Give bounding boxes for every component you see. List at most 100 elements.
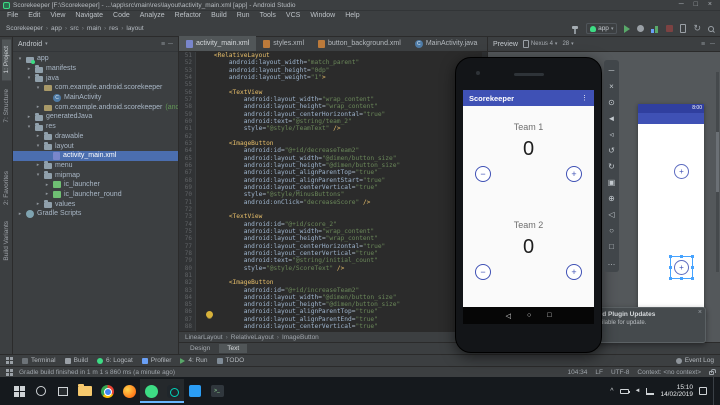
code-line-72[interactable]: [199, 206, 482, 213]
selection-handle[interactable]: [691, 255, 694, 258]
tool-strip-build-variants[interactable]: Build Variants: [2, 214, 11, 268]
menu-build[interactable]: Build: [206, 11, 232, 21]
code-line-85[interactable]: android:layout_height="@dimen/button_siz…: [199, 301, 482, 308]
tree-item-layout[interactable]: ▾ layout: [13, 141, 178, 151]
line-number-81[interactable]: 81: [179, 272, 192, 279]
breadcrumb-scorekeeper[interactable]: Scorekeeper: [6, 25, 43, 32]
code-editor[interactable]: 51 52 53 54 55 56 57 58 59 60 61 62 63 64 65 66 67 68 69 70…: [179, 52, 487, 331]
tree-expand-icon[interactable]: ▸: [35, 104, 41, 110]
code-line-78[interactable]: android:layout_centerVertical="true": [199, 250, 482, 257]
settings-icon[interactable]: ≡: [161, 41, 165, 48]
tool-strip-7-structure[interactable]: 7: Structure: [2, 82, 11, 130]
preview-rendered-device[interactable]: 8:00 + +: [638, 104, 704, 318]
code-line-70[interactable]: style="@style/MinusButtons": [199, 191, 482, 198]
back-icon[interactable]: ◁: [506, 312, 511, 320]
battery-icon[interactable]: [619, 388, 630, 394]
line-number-58[interactable]: 58: [179, 103, 192, 110]
tree-collapse-icon[interactable]: ▾: [35, 172, 41, 178]
line-number-64[interactable]: 64: [179, 147, 192, 154]
rotate-left-icon[interactable]: ↺: [604, 142, 619, 158]
menu-analyze[interactable]: Analyze: [135, 11, 170, 21]
close-icon[interactable]: ×: [604, 78, 619, 94]
code-line-59[interactable]: android:layout_centerHorizontal="true": [199, 111, 482, 118]
line-number-79[interactable]: 79: [179, 257, 192, 264]
menu-run[interactable]: Run: [232, 11, 255, 21]
menu-vcs[interactable]: VCS: [281, 11, 305, 21]
home-icon[interactable]: ○: [604, 222, 619, 238]
xml-breadcrumb-relativelayout[interactable]: RelativeLayout: [231, 334, 274, 341]
code-line-53[interactable]: android:layout_height="0dp": [199, 67, 482, 74]
code-line-88[interactable]: android:layout_centerVertical="true": [199, 323, 482, 330]
line-separator[interactable]: LF: [595, 369, 603, 376]
code-line-86[interactable]: android:layout_alignParentTop="true": [199, 308, 482, 315]
code-line-54[interactable]: android:layout_weight="1">: [199, 74, 482, 81]
close-window-icon[interactable]: ×: [703, 0, 717, 10]
tool-strip-1-project[interactable]: 1: Project: [1, 39, 11, 81]
code-line-66[interactable]: android:layout_height="@dimen/button_siz…: [199, 162, 482, 169]
caret-position[interactable]: 104:34: [567, 369, 587, 376]
tree-item-manifests[interactable]: ▸ manifests: [13, 64, 178, 74]
selection-handle[interactable]: [691, 266, 694, 269]
line-number-53[interactable]: 53: [179, 67, 192, 74]
selection-handle[interactable]: [669, 277, 672, 280]
line-number-75[interactable]: 75: [179, 228, 192, 235]
tree-item-gradle-scripts[interactable]: ▸ Gradle Scripts: [13, 209, 178, 219]
taskbar-android-studio-icon[interactable]: [162, 379, 184, 403]
tree-expand-icon[interactable]: ▸: [44, 191, 50, 197]
code-line-51[interactable]: <RelativeLayout: [199, 52, 482, 59]
line-number-70[interactable]: 70: [179, 191, 192, 198]
tree-item-mipmap[interactable]: ▾ mipmap: [13, 170, 178, 180]
menu-help[interactable]: Help: [340, 11, 364, 21]
minimize-icon[interactable]: ─: [604, 62, 619, 78]
preview-selection-rect[interactable]: [669, 255, 694, 280]
tree-item-ic-launcher-round[interactable]: ▸ ic_launcher_round: [13, 190, 178, 200]
selection-handle[interactable]: [680, 255, 683, 258]
line-number-66[interactable]: 66: [179, 162, 192, 169]
volume-down-icon[interactable]: ◃: [604, 126, 619, 142]
overview-icon[interactable]: □: [547, 312, 551, 319]
stop-icon[interactable]: [666, 23, 674, 34]
line-number-54[interactable]: 54: [179, 74, 192, 81]
tab-button-background-xml[interactable]: button_background.xml: [311, 36, 408, 51]
emulator-screen[interactable]: Scorekeeper ⋮ Team 1 0 − + Team 2 0 − + …: [463, 90, 594, 324]
menu-code[interactable]: Code: [108, 11, 135, 21]
tree-expand-icon[interactable]: ▸: [35, 133, 41, 139]
tree-collapse-icon[interactable]: ▾: [26, 75, 32, 81]
tab-styles-xml[interactable]: styles.xml: [256, 36, 311, 51]
tool-window-button-4-run[interactable]: 4: Run: [180, 357, 208, 364]
tree-collapse-icon[interactable]: ▾: [35, 85, 41, 91]
line-number-67[interactable]: 67: [179, 169, 192, 176]
home-icon[interactable]: ○: [527, 312, 531, 319]
team2-minus-button[interactable]: −: [475, 264, 491, 280]
close-icon[interactable]: ×: [698, 309, 702, 316]
menu-navigate[interactable]: Navigate: [70, 11, 108, 21]
code-line-64[interactable]: android:id="@+id/decreaseTeam2": [199, 147, 482, 154]
tree-item-com-example-android-scorekeeper-androidtest[interactable]: ▸ com.example.android.scorekeeper(android…: [13, 102, 178, 112]
tool-window-grid-icon[interactable]: [6, 357, 13, 364]
taskbar-search-button[interactable]: [30, 379, 52, 403]
menu-refactor[interactable]: Refactor: [170, 11, 206, 21]
line-number-61[interactable]: 61: [179, 125, 192, 132]
code-line-56[interactable]: <TextView: [199, 89, 482, 96]
hide-panel-icon[interactable]: ─: [168, 41, 173, 48]
preview-hide-icon[interactable]: ─: [710, 41, 715, 48]
line-number-69[interactable]: 69: [179, 184, 192, 191]
code-line-84[interactable]: android:layout_width="@dimen/button_size…: [199, 294, 482, 301]
tab-mainactivity-java[interactable]: MainActivity.java: [408, 36, 485, 51]
line-number-86[interactable]: 86: [179, 308, 192, 315]
xml-breadcrumb-linearlayout[interactable]: LinearLayout: [185, 334, 223, 341]
code-lines[interactable]: <RelativeLayout android:layout_width="ma…: [199, 52, 482, 331]
tree-expand-icon[interactable]: ▸: [26, 114, 32, 120]
line-number-87[interactable]: 87: [179, 316, 192, 323]
power-icon[interactable]: ⊙: [604, 94, 619, 110]
line-number-83[interactable]: 83: [179, 287, 192, 294]
code-line-67[interactable]: android:layout_alignParentTop="true": [199, 169, 482, 176]
code-line-87[interactable]: android:layout_alignParentEnd="true": [199, 316, 482, 323]
line-number-68[interactable]: 68: [179, 177, 192, 184]
code-line-79[interactable]: android:text="@string/initial_count": [199, 257, 482, 264]
menu-window[interactable]: Window: [305, 11, 340, 21]
mode-tab-text[interactable]: Text: [219, 344, 248, 353]
line-number-52[interactable]: 52: [179, 59, 192, 66]
line-number-77[interactable]: 77: [179, 243, 192, 250]
tree-item-activity-main-xml[interactable]: activity_main.xml: [13, 150, 178, 161]
